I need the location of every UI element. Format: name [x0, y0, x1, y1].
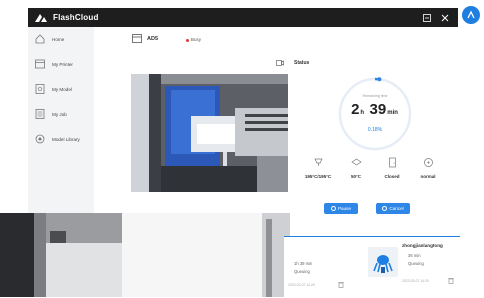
- job-list: 1h 39 min Queuing 2023-03-07 14:20 zhong…: [284, 236, 460, 298]
- status-section-title: Status: [294, 60, 310, 66]
- job-time: 1h 39 min: [294, 261, 313, 266]
- pause-button[interactable]: Pause: [324, 203, 358, 214]
- bed-icon: [350, 158, 362, 166]
- stat-fan: normal: [406, 157, 450, 179]
- status-dot: [186, 39, 189, 42]
- job-card[interactable]: zhongjianlangtong 36 min Queuing 2023-03…: [368, 242, 460, 290]
- app-name: FlashCloud: [53, 13, 99, 22]
- close-icon: [441, 14, 449, 21]
- user-avatar[interactable]: [462, 6, 480, 24]
- close-button[interactable]: [440, 13, 450, 23]
- sidebar-item-label: My Printer: [52, 61, 73, 67]
- delete-icon[interactable]: [448, 277, 454, 284]
- printer-photo-image: [0, 213, 290, 297]
- home-icon: [35, 34, 45, 44]
- camera-icon[interactable]: [276, 60, 284, 66]
- sidebar-item-my-model[interactable]: My Model: [28, 81, 94, 97]
- job-status: Queuing: [294, 269, 310, 274]
- user-icon: [467, 10, 475, 19]
- remaining-label: Remaining time: [362, 94, 388, 98]
- job-status: Queuing: [408, 261, 424, 266]
- remaining-hours: 2: [351, 101, 360, 118]
- job-time: 36 min: [408, 253, 421, 258]
- camera-feed: [131, 74, 288, 192]
- delete-icon[interactable]: [338, 281, 344, 288]
- stat-value: normal: [420, 174, 436, 179]
- nozzle-icon: [313, 158, 323, 166]
- job-name: zhongjianlangtong: [402, 243, 443, 248]
- progress-knob: [377, 77, 382, 82]
- progress-ring: Remaining time 2h 39min 0.18%: [334, 73, 416, 155]
- sidebar-item-label: My Model: [52, 86, 72, 92]
- job-thumbnail: [368, 247, 398, 277]
- camera-image: [131, 74, 288, 192]
- progress-percent: 0.18%: [367, 127, 383, 133]
- job-date: 2023-03-07 14:20: [288, 283, 315, 287]
- job-icon: [35, 109, 45, 119]
- sidebar: Home My Printer My Model My Job Model Li…: [28, 27, 94, 217]
- sidebar-item-label: Model Library: [52, 136, 80, 142]
- printer-name: AD5: [147, 35, 159, 42]
- minutes-unit: min: [387, 110, 398, 116]
- job-date: 2023-03-07 14:20: [402, 279, 429, 283]
- minimize-icon: [423, 13, 431, 22]
- sidebar-item-my-printer[interactable]: My Printer: [28, 56, 94, 72]
- cancel-label: Cancel: [389, 206, 404, 211]
- hours-unit: h: [360, 110, 365, 116]
- title-bar: FlashCloud: [28, 8, 458, 27]
- sidebar-item-label: Home: [52, 36, 65, 42]
- pause-icon: [330, 206, 336, 211]
- pause-label: Pause: [337, 206, 352, 211]
- remaining-minutes: 39: [369, 101, 387, 118]
- job-card[interactable]: 1h 39 min Queuing 2023-03-07 14:20: [284, 242, 364, 290]
- library-icon: [35, 134, 45, 144]
- printer-photo: [0, 213, 290, 297]
- printer-status: Busy: [191, 37, 202, 42]
- sidebar-item-my-job[interactable]: My Job: [28, 106, 94, 122]
- printer-icon: [132, 34, 142, 43]
- remaining-time: 2h 39min: [334, 102, 416, 118]
- fan-icon: [423, 158, 433, 167]
- main-panel: AD5 Busy Status Remaining time 2h 39min …: [94, 27, 458, 217]
- door-icon: [388, 157, 396, 168]
- flashcloud-logo-icon: [35, 13, 47, 22]
- printer-icon: [35, 59, 45, 69]
- model-thumbnail-icon: [373, 255, 393, 273]
- sidebar-item-label: My Job: [52, 111, 67, 117]
- printer-header: AD5: [132, 34, 158, 43]
- model-icon: [35, 84, 45, 94]
- cancel-icon: [382, 206, 388, 211]
- sidebar-item-model-library[interactable]: Model Library: [28, 131, 94, 147]
- brand: FlashCloud: [28, 13, 99, 23]
- minimize-button[interactable]: [422, 13, 432, 23]
- cancel-button[interactable]: Cancel: [376, 203, 410, 214]
- sidebar-item-home[interactable]: Home: [28, 31, 94, 47]
